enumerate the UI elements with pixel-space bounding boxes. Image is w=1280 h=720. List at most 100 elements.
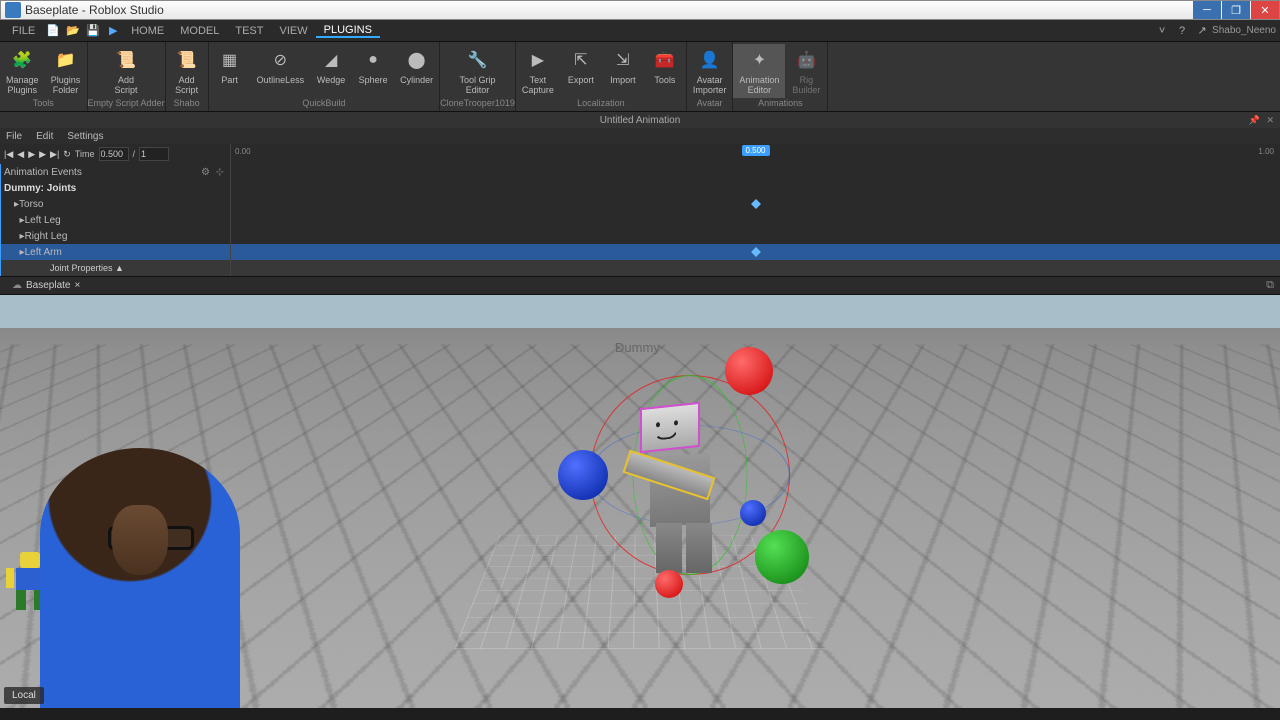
handle-blue-left[interactable] — [558, 450, 608, 500]
ribbon-btn-label: TextCapture — [522, 75, 554, 95]
step-back-button[interactable]: ◀ — [17, 149, 24, 160]
joint-left-arm[interactable]: Left Arm — [25, 247, 62, 258]
ribbon-btn-label: PluginsFolder — [51, 75, 81, 95]
window-maximize-button[interactable]: ❐ — [1222, 1, 1250, 19]
keyframe-icon[interactable] — [751, 199, 761, 209]
anim-menu-settings[interactable]: Settings — [67, 131, 103, 142]
ribbon-add-script-button[interactable]: 📜AddScript — [166, 44, 208, 98]
step-fwd-button[interactable]: ▶ — [39, 149, 46, 160]
ribbon-tools-button[interactable]: 🧰Tools — [644, 44, 686, 98]
open-file-icon[interactable]: 📂 — [65, 23, 81, 39]
webcam-overlay — [0, 428, 260, 708]
menu-file[interactable]: FILE — [4, 25, 43, 37]
time-input[interactable] — [99, 147, 129, 161]
menu-plugins[interactable]: PLUGINS — [316, 24, 380, 38]
ribbon-rig-builder-button[interactable]: 🤖RigBuilder — [785, 44, 827, 98]
keyframe-icon[interactable] — [751, 247, 761, 257]
ribbon-group-label: Shabo — [174, 98, 200, 109]
username-label[interactable]: Shabo_Neeno — [1212, 25, 1276, 36]
events-track[interactable] — [230, 164, 1280, 180]
new-file-icon[interactable]: 📄 — [45, 23, 61, 39]
help-icon[interactable]: ? — [1174, 23, 1190, 39]
handle-red-top[interactable] — [725, 347, 773, 395]
menu-model[interactable]: MODEL — [172, 25, 227, 37]
goto-end-button[interactable]: ▶| — [50, 149, 59, 160]
ribbon-group-label: Avatar — [697, 98, 723, 109]
menu-test[interactable]: TEST — [227, 25, 271, 37]
timeline-ruler[interactable]: 0.00 0.500 1.00 — [230, 144, 1280, 164]
app-icon — [5, 2, 21, 18]
joint-torso[interactable]: Torso — [19, 199, 43, 210]
ribbon-btn-label: Tools — [654, 75, 675, 85]
ribbon-manage-plugins-button[interactable]: 🧩ManagePlugins — [0, 44, 45, 98]
loop-button[interactable]: ↻ — [63, 149, 71, 160]
collapse-ribbon-icon[interactable]: ˅ — [1154, 23, 1170, 39]
joint-right-leg[interactable]: Right Leg — [25, 231, 68, 242]
dummy-rig[interactable] — [560, 355, 820, 615]
rig-head[interactable] — [640, 402, 700, 453]
play-icon: ▶ — [525, 47, 551, 73]
joint-properties-toggle[interactable]: Joint Properties ▲ — [0, 263, 230, 273]
ribbon-avatar-importer-button[interactable]: 👤AvatarImporter — [687, 44, 733, 98]
ribbon-btn-label: Part — [221, 75, 238, 85]
joint-left-leg[interactable]: Left Leg — [25, 215, 61, 226]
handle-green[interactable] — [755, 530, 809, 584]
document-tabs: ☁ Baseplate × ⧉ — [0, 277, 1280, 295]
share-icon[interactable]: ↗ — [1194, 23, 1210, 39]
ribbon-part-button[interactable]: ▦ Part — [209, 44, 251, 88]
ribbon-wedge-button[interactable]: ◢Wedge — [310, 44, 352, 88]
ribbon-btn-label: Wedge — [317, 75, 345, 85]
cube-icon: ▦ — [217, 47, 243, 73]
panel-pin-icon[interactable]: 📌 — [1249, 115, 1262, 125]
animation-title: Untitled Animation — [600, 115, 681, 126]
duration-input[interactable] — [139, 147, 169, 161]
ribbon-group-label: Localization — [577, 98, 625, 109]
leftarm-track[interactable] — [230, 244, 1280, 260]
ribbon-group-label: Animations — [758, 98, 803, 109]
torso-track[interactable] — [230, 196, 1280, 212]
save-icon[interactable]: 💾 — [85, 23, 101, 39]
ribbon-import-button[interactable]: ⇲Import — [602, 44, 644, 98]
ribbon-btn-label: ManagePlugins — [6, 75, 39, 95]
ribbon-tool-grip-editor-button[interactable]: 🔧Tool GripEditor — [453, 44, 501, 98]
ribbon-export-button[interactable]: ⇱Export — [560, 44, 602, 98]
handle-blue-right[interactable] — [740, 500, 766, 526]
play-button[interactable]: ▶ — [28, 149, 35, 160]
window-minimize-button[interactable]: ─ — [1193, 1, 1221, 19]
play-icon[interactable]: ▶ — [105, 23, 121, 39]
ribbon-add-script-button[interactable]: 📜AddScript — [105, 44, 147, 98]
handle-red-bottom[interactable] — [655, 570, 683, 598]
coordinate-mode-button[interactable]: Local — [4, 687, 44, 704]
rig-right-leg[interactable] — [686, 523, 712, 573]
ribbon-text-capture-button[interactable]: ▶TextCapture — [516, 44, 560, 98]
ribbon-btn-label: AvatarImporter — [693, 75, 727, 95]
ribbon-btn-label: OutlineLess — [257, 75, 305, 85]
ribbon-cylinder-button[interactable]: ⬤Cylinder — [394, 44, 439, 88]
viewport-3d[interactable]: Dummy Local — [0, 295, 1280, 708]
tab-baseplate[interactable]: ☁ Baseplate × — [6, 278, 86, 293]
rightleg-track[interactable] — [230, 228, 1280, 244]
anim-menu-edit[interactable]: Edit — [36, 131, 53, 142]
goto-start-button[interactable]: |◀ — [4, 149, 13, 160]
ribbon-outlineless-button[interactable]: ⊘OutlineLess — [251, 44, 311, 88]
menu-home[interactable]: HOME — [123, 25, 172, 37]
events-settings-icon[interactable]: ⚙ — [201, 167, 210, 178]
tab-close-icon[interactable]: × — [74, 280, 80, 291]
anim-menu-file[interactable]: File — [6, 131, 22, 142]
panel-close-icon[interactable]: ✕ — [1266, 115, 1276, 125]
events-add-icon[interactable]: ⊹ — [216, 167, 224, 178]
leftleg-track[interactable] — [230, 212, 1280, 228]
animation-events-label: Animation Events — [4, 167, 82, 178]
ribbon-plugins-folder-button[interactable]: 📁PluginsFolder — [45, 44, 87, 98]
animedit-icon: ✦ — [746, 47, 772, 73]
ribbon-animation-editor-button[interactable]: ✦AnimationEditor — [733, 44, 785, 98]
puzzle-icon: 🧩 — [9, 47, 35, 73]
rig-left-leg[interactable] — [656, 523, 682, 573]
window-close-button[interactable]: ✕ — [1251, 1, 1279, 19]
playhead-line[interactable] — [0, 164, 1, 276]
script-icon: 📜 — [174, 47, 200, 73]
playhead-marker[interactable]: 0.500 — [741, 145, 769, 156]
restore-panels-icon[interactable]: ⧉ — [1266, 279, 1274, 292]
menu-view[interactable]: VIEW — [271, 25, 315, 37]
ribbon-sphere-button[interactable]: ●Sphere — [352, 44, 394, 88]
